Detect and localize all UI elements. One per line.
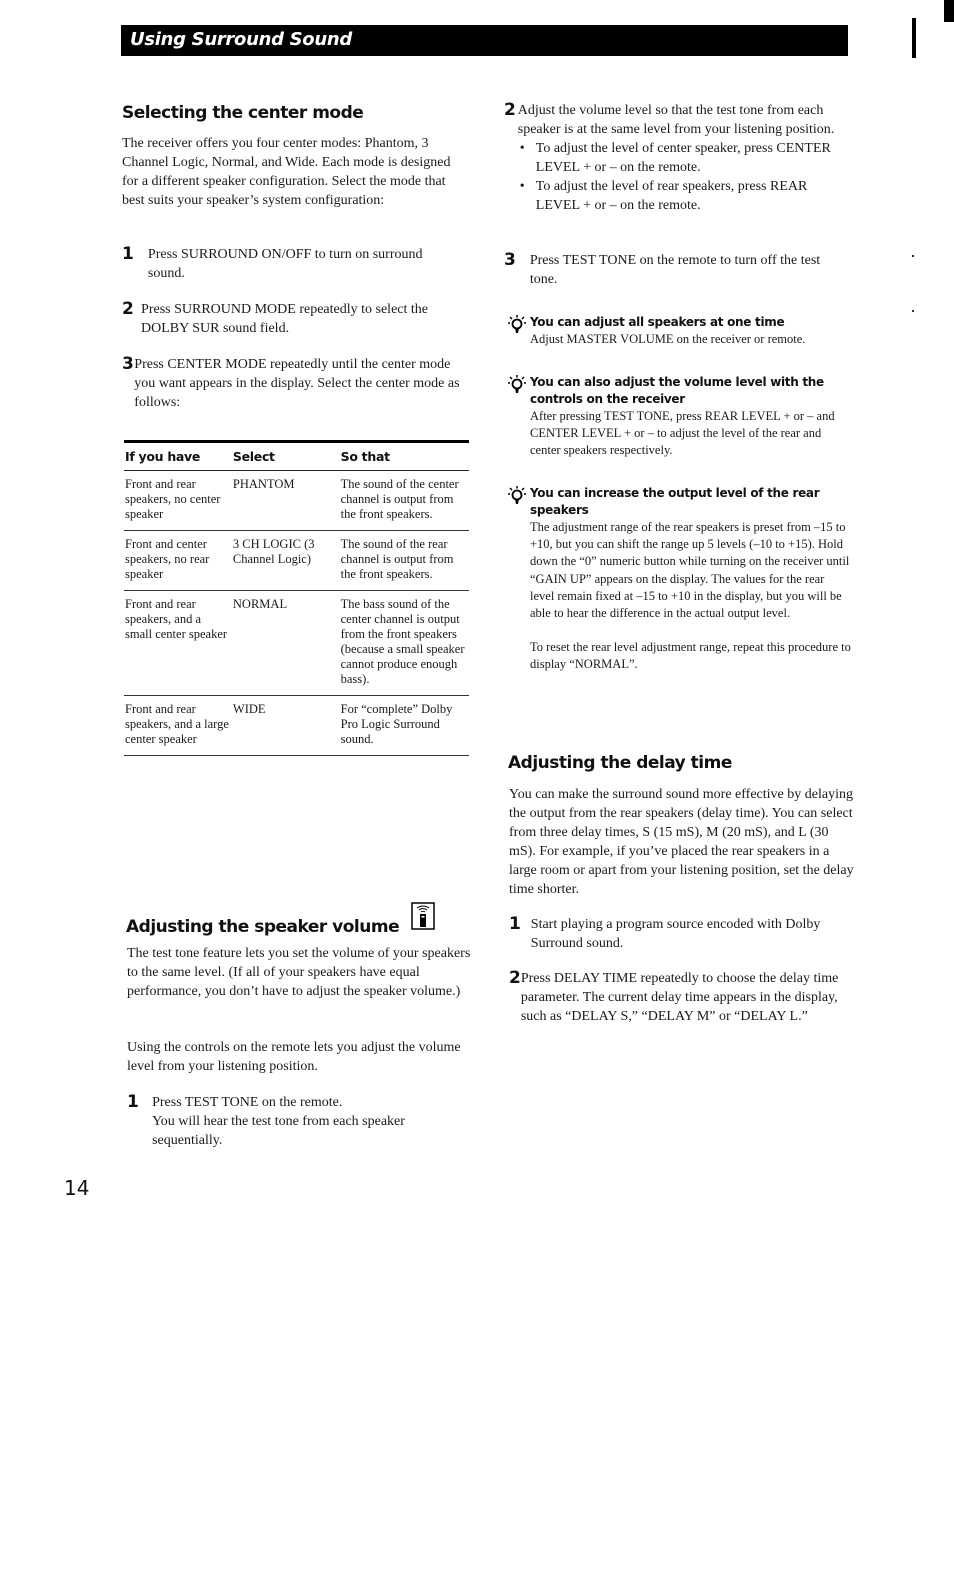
step-bullet-list: To adjust the level of center speaker, p… — [518, 139, 849, 215]
column-header-if-you-have: If you have — [124, 440, 232, 471]
tip-body: The adjustment range of the rear speaker… — [530, 520, 850, 621]
table-cell: PHANTOM — [231, 470, 340, 531]
table-cell: Front and center speakers, no rear speak… — [124, 530, 232, 591]
table-cell: The sound of the rear channel is output … — [339, 530, 469, 591]
step-text: Press DELAY TIME repeatedly to choose th… — [520, 971, 839, 1024]
speaker-volume-heading-group: Adjusting the speaker volume — [126, 902, 435, 937]
table-cell: NORMAL — [231, 590, 340, 696]
lightbulb-tip-icon — [506, 485, 530, 674]
step-number: 2 — [504, 100, 516, 120]
step-text: Press SURROUND MODE repeatedly to select… — [141, 302, 428, 336]
center-mode-heading: Selecting the center mode — [122, 103, 364, 123]
step-number: 2 — [509, 968, 521, 988]
page-number: 14 — [64, 1176, 90, 1200]
table-cell: The bass sound of the center channel is … — [339, 590, 469, 696]
tip-adjust-all: You can adjust all speakers at one time … — [506, 314, 851, 348]
table-row: Front and rear speakers, and a large cen… — [124, 695, 469, 756]
table-row: Front and center speakers, no rear speak… — [124, 530, 469, 591]
tip-body: Adjust MASTER VOLUME on the receiver or … — [530, 332, 806, 346]
tip-receiver-controls: You can also adjust the volume level wit… — [506, 374, 851, 460]
speaker-volume-para-1: The test tone feature lets you set the v… — [127, 946, 471, 999]
table-header-row: If you have Select So that — [124, 440, 469, 471]
remote-control-icon — [411, 902, 435, 935]
center-mode-intro: The receiver offers you four center mode… — [122, 136, 451, 208]
lightbulb-tip-icon — [506, 314, 530, 348]
step-number: 1 — [122, 244, 134, 264]
center-mode-step-1: 1 Press SURROUND ON/OFF to turn on surro… — [122, 245, 462, 283]
speaker-volume-step-2: 2 Adjust the volume level so that the te… — [504, 101, 849, 215]
table-cell: WIDE — [231, 695, 340, 756]
delay-time-step-1: 1 Start playing a program source encoded… — [509, 915, 854, 953]
tip-body: After pressing TEST TONE, press REAR LEV… — [530, 409, 835, 458]
step-text: Press TEST TONE on the remote. — [152, 1095, 343, 1110]
step-subtext: You will hear the test tone from each sp… — [152, 1114, 405, 1148]
tip-title: You can increase the output level of the… — [530, 486, 820, 517]
delay-time-intro: You can make the surround sound more eff… — [509, 787, 854, 897]
scan-dot — [912, 310, 914, 312]
table-cell: Front and rear speakers, no center speak… — [124, 470, 232, 531]
table-cell: Front and rear speakers, and a small cen… — [124, 590, 232, 696]
step-number: 2 — [122, 299, 134, 319]
speaker-volume-para-2: Using the controls on the remote lets yo… — [127, 1040, 461, 1074]
table-cell: 3 CH LOGIC (3 Channel Logic) — [231, 530, 340, 591]
step-text: Press CENTER MODE repeatedly until the c… — [134, 357, 460, 410]
lightbulb-tip-icon — [506, 374, 530, 460]
step-number: 3 — [504, 250, 516, 270]
tip-title: You can also adjust the volume level wit… — [530, 375, 824, 406]
table-row: Front and rear speakers, and a small cen… — [124, 590, 469, 696]
delay-time-step-2: 2 Press DELAY TIME repeatedly to choose … — [509, 969, 854, 1026]
tip-body-note: To reset the rear level adjustment range… — [530, 640, 851, 672]
table-row: Front and rear speakers, no center speak… — [124, 470, 469, 531]
table-cell: Front and rear speakers, and a large cen… — [124, 695, 232, 756]
tip-title: You can adjust all speakers at one time — [530, 315, 785, 329]
speaker-volume-step-3: 3 Press TEST TONE on the remote to turn … — [504, 251, 849, 289]
tip-rear-output-level: You can increase the output level of the… — [506, 485, 851, 674]
bullet-item: To adjust the level of center speaker, p… — [518, 139, 849, 177]
speaker-volume-heading: Adjusting the speaker volume — [126, 917, 400, 937]
scan-dot — [912, 255, 914, 257]
section-header-title: Using Surround Sound — [130, 29, 352, 50]
center-mode-table: If you have Select So that Front and rea… — [124, 440, 469, 756]
step-number: 1 — [127, 1092, 139, 1112]
bullet-item: To adjust the level of rear speakers, pr… — [518, 177, 849, 215]
step-text: Adjust the volume level so that the test… — [517, 103, 835, 137]
table-cell: For “complete” Dolby Pro Logic Surround … — [339, 695, 469, 756]
page-tab-mark — [944, 0, 954, 22]
column-header-select: Select — [231, 440, 340, 471]
step-text: Press SURROUND ON/OFF to turn on surroun… — [147, 247, 423, 281]
page-edge-mark — [912, 18, 916, 58]
delay-time-heading: Adjusting the delay time — [508, 753, 732, 773]
step-number: 1 — [509, 914, 521, 934]
center-mode-step-3: 3 Press CENTER MODE repeatedly until the… — [122, 355, 462, 412]
speaker-volume-step-1: 1 Press TEST TONE on the remote. You wil… — [127, 1093, 467, 1150]
table-cell: The sound of the center channel is outpu… — [339, 470, 469, 531]
center-mode-step-2: 2 Press SURROUND MODE repeatedly to sele… — [122, 300, 462, 338]
step-text: Start playing a program source encoded w… — [530, 917, 821, 951]
column-header-so-that: So that — [339, 440, 469, 471]
step-text: Press TEST TONE on the remote to turn of… — [529, 253, 821, 287]
step-number: 3 — [122, 354, 134, 374]
